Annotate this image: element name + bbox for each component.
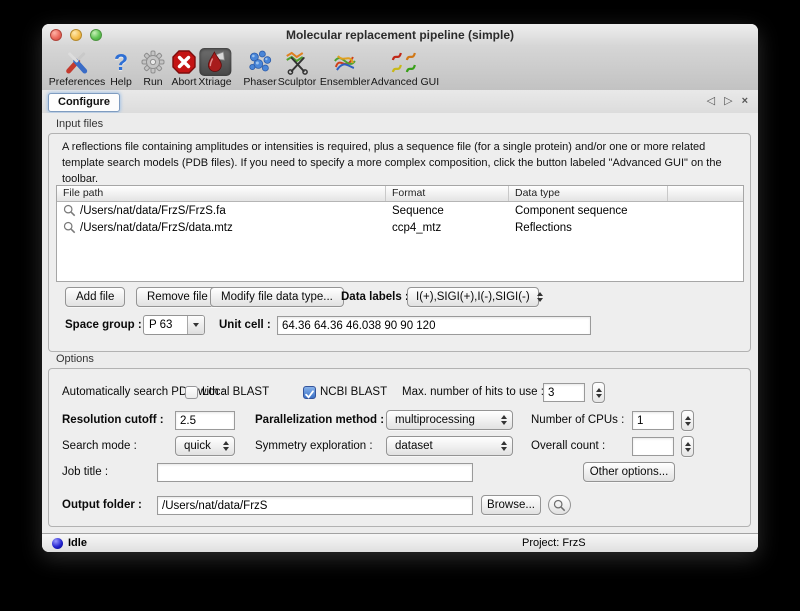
- phaser-icon: [247, 48, 273, 76]
- file-table[interactable]: File path Format Data type /Users/nat/da…: [56, 185, 744, 282]
- browse-button[interactable]: Browse...: [481, 495, 541, 515]
- file-path-cell: /Users/nat/data/FrzS/FrzS.fa: [80, 205, 226, 217]
- run-gear-icon: [140, 48, 166, 76]
- toolbar-button-run[interactable]: Run: [140, 48, 166, 88]
- tab-prev-icon[interactable]: ◁: [707, 94, 715, 108]
- input-files-group: A reflections file containing amplitudes…: [48, 133, 751, 352]
- overall-count-field[interactable]: [632, 437, 674, 456]
- resolution-cutoff-field[interactable]: [175, 411, 235, 430]
- data-type-cell: Component sequence: [509, 205, 668, 217]
- window-title: Molecular replacement pipeline (simple): [42, 28, 758, 42]
- popup-arrows-icon: [501, 415, 507, 425]
- ncbi-blast-label: NCBI BLAST: [320, 386, 387, 398]
- max-hits-label: Max. number of hits to use :: [402, 386, 544, 398]
- modify-file-data-type-button[interactable]: Modify file data type...: [210, 287, 344, 307]
- column-header-extra: [668, 186, 743, 201]
- local-blast-checkbox[interactable]: [185, 386, 198, 399]
- local-blast-label: Local BLAST: [202, 386, 269, 398]
- magnifier-icon: [63, 221, 76, 234]
- help-icon: ?: [114, 48, 128, 76]
- magnifier-icon: [63, 204, 76, 217]
- abort-icon: [171, 48, 197, 76]
- toolbar-button-sculptor[interactable]: Sculptor: [278, 48, 317, 88]
- app-window: Molecular replacement pipeline (simple) …: [42, 24, 758, 552]
- search-mode-label: Search mode :: [62, 440, 137, 452]
- preferences-icon: [64, 48, 90, 76]
- tab-close-icon[interactable]: ×: [742, 94, 748, 108]
- search-mode-popup[interactable]: quick: [175, 436, 235, 456]
- parallelization-method-label: Parallelization method :: [255, 414, 384, 426]
- toolbar-button-phaser[interactable]: Phaser: [243, 48, 276, 88]
- format-cell: ccp4_mtz: [386, 222, 509, 234]
- popup-arrows-icon: [501, 441, 507, 451]
- data-labels-label: Data labels :: [341, 291, 409, 303]
- output-folder-label: Output folder :: [62, 499, 142, 511]
- status-bar: Idle Project: FrzS: [42, 533, 758, 552]
- file-table-header: File path Format Data type: [57, 186, 743, 202]
- tab-next-icon[interactable]: ▷: [724, 94, 732, 108]
- toolbar: Preferences ? Help Run: [42, 46, 758, 91]
- column-header-file-path[interactable]: File path: [57, 186, 386, 201]
- input-files-section-label: Input files: [56, 118, 103, 130]
- resolution-cutoff-label: Resolution cutoff :: [62, 414, 164, 426]
- num-cpus-field[interactable]: [632, 411, 674, 430]
- num-cpus-stepper[interactable]: [681, 410, 694, 431]
- job-title-field[interactable]: [157, 463, 473, 482]
- options-group: Automatically search PDB with : Local BL…: [48, 368, 751, 527]
- other-options-button[interactable]: Other options...: [583, 462, 675, 482]
- symmetry-exploration-popup[interactable]: dataset: [386, 436, 513, 456]
- options-section-label: Options: [56, 353, 94, 365]
- content-area: Input files A reflections file containin…: [42, 113, 758, 533]
- table-row[interactable]: /Users/nat/data/FrzS/data.mtz ccp4_mtz R…: [57, 219, 743, 236]
- toolbar-button-preferences[interactable]: Preferences: [49, 48, 106, 88]
- sculptor-icon: [284, 48, 310, 76]
- ensembler-icon: [332, 48, 358, 76]
- space-group-combo[interactable]: P 63: [143, 315, 205, 335]
- toolbar-button-xtriage[interactable]: Xtriage: [198, 48, 231, 88]
- status-text: Idle: [68, 537, 87, 549]
- column-header-data-type[interactable]: Data type: [509, 186, 668, 201]
- xtriage-icon: [199, 48, 231, 76]
- project-label: Project: FrzS: [522, 537, 586, 549]
- format-cell: Sequence: [386, 205, 509, 217]
- data-labels-popup[interactable]: I(+),SIGI(+),I(-),SIGI(-): [407, 287, 539, 307]
- table-row[interactable]: /Users/nat/data/FrzS/FrzS.fa Sequence Co…: [57, 202, 743, 219]
- num-cpus-label: Number of CPUs :: [531, 414, 624, 426]
- file-path-cell: /Users/nat/data/FrzS/data.mtz: [80, 222, 233, 234]
- remove-file-button[interactable]: Remove file: [136, 287, 219, 307]
- data-type-cell: Reflections: [509, 222, 668, 234]
- overall-count-stepper[interactable]: [681, 436, 694, 457]
- input-files-description: A reflections file containing amplitudes…: [62, 139, 738, 187]
- popup-arrows-icon: [537, 292, 543, 302]
- auto-search-label: Automatically search PDB with :: [62, 386, 225, 398]
- toolbar-button-abort[interactable]: Abort: [171, 48, 197, 88]
- popup-arrows-icon: [223, 441, 229, 451]
- max-hits-field[interactable]: [543, 383, 585, 402]
- overall-count-label: Overall count :: [531, 440, 605, 452]
- toolbar-button-help[interactable]: ? Help: [110, 48, 132, 88]
- unit-cell-field[interactable]: [277, 316, 591, 335]
- column-header-format[interactable]: Format: [386, 186, 509, 201]
- ncbi-blast-checkbox[interactable]: [303, 386, 316, 399]
- combo-arrow-icon[interactable]: [187, 316, 204, 334]
- symmetry-exploration-label: Symmetry exploration :: [255, 440, 373, 452]
- checkmark-icon: [304, 389, 315, 400]
- magnifier-icon: [553, 499, 566, 512]
- unit-cell-label: Unit cell :: [219, 319, 271, 331]
- output-folder-search-button[interactable]: [548, 495, 571, 515]
- tab-bar: Configure ◁ ▷ ×: [42, 90, 758, 114]
- job-title-label: Job title :: [62, 466, 108, 478]
- toolbar-button-advanced-gui[interactable]: Advanced GUI: [371, 48, 439, 88]
- parallelization-popup[interactable]: multiprocessing: [386, 410, 513, 430]
- output-folder-field[interactable]: [157, 496, 473, 515]
- status-indicator-icon: [52, 538, 63, 549]
- toolbar-button-ensembler[interactable]: Ensembler: [320, 48, 370, 88]
- add-file-button[interactable]: Add file: [65, 287, 125, 307]
- advanced-gui-icon: [390, 48, 420, 76]
- titlebar[interactable]: Molecular replacement pipeline (simple): [42, 24, 758, 47]
- max-hits-stepper[interactable]: [592, 382, 605, 403]
- tab-configure[interactable]: Configure: [48, 93, 120, 112]
- space-group-label: Space group :: [65, 319, 142, 331]
